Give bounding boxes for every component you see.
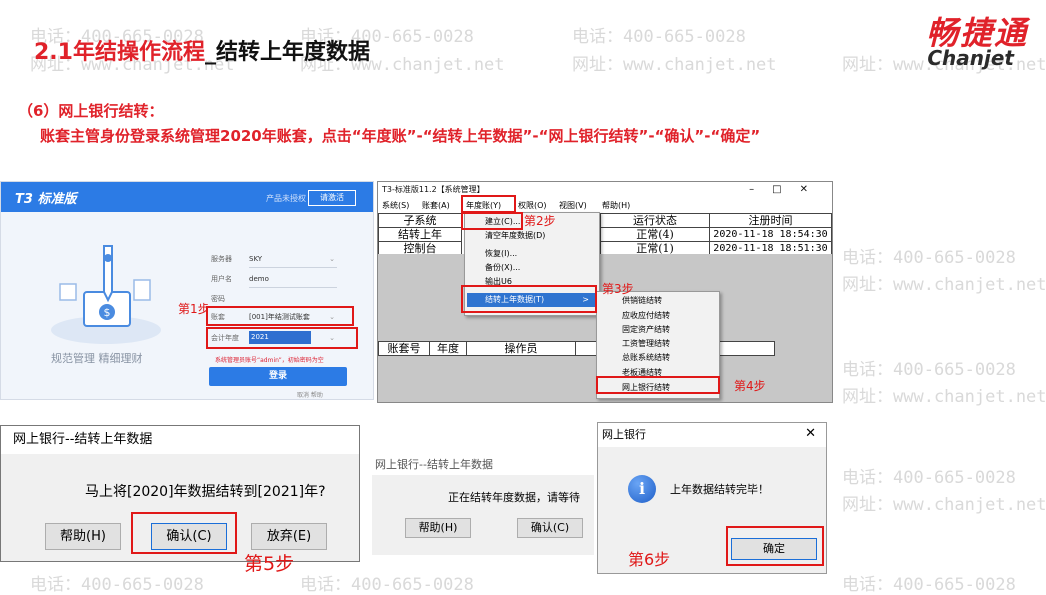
menu-account[interactable]: 账套(A) xyxy=(422,198,450,213)
product-note: 产品未授权 xyxy=(266,194,306,203)
dialog-title: 网上银行--结转上年数据 xyxy=(372,455,594,475)
table-cell: 结转上年 xyxy=(378,227,462,242)
step2-menu-highlight xyxy=(461,195,516,213)
login-brand: T3 标准版 xyxy=(15,192,77,207)
finance-illustration-icon: $ xyxy=(51,245,161,344)
menu-bar: 系统(S) 账套(A) 年度账(Y) 权限(O) 视图(V) 帮助(H) xyxy=(378,198,832,213)
close-icon[interactable]: ✕ xyxy=(805,426,816,441)
dialog-message: 上年数据结转完毕！ xyxy=(670,483,769,496)
step6-highlight xyxy=(726,526,824,566)
step5-label: 第5步 xyxy=(244,553,295,575)
login-footer-links[interactable]: 取消 帮助 xyxy=(297,390,323,399)
header-status: 运行状态 xyxy=(600,213,710,228)
watermark-url: 网址：www.chanjet.net xyxy=(842,275,1046,295)
menu-permission[interactable]: 权限(O) xyxy=(518,198,547,213)
section-heading: （6）网上银行结转： xyxy=(18,102,164,120)
server-field[interactable]: 服务器 SKY ⌄ xyxy=(211,252,339,268)
info-icon: i xyxy=(628,475,656,503)
step3-label: 第3步 xyxy=(602,282,634,296)
step4-highlight xyxy=(596,376,720,394)
step1-label: 第1步 xyxy=(178,302,210,316)
section-description: 账套主管身份登录系统管理2020年账套，点击“年度账”-“结转上年数据”-“网上… xyxy=(40,127,761,145)
slide-title-prefix: 2.1年结操作流程 xyxy=(34,40,205,65)
submenu-receivable-payable[interactable]: 应收应付结转 xyxy=(622,309,670,323)
menu-item-restore[interactable]: 恢复(I)... xyxy=(485,247,517,261)
watermark-url: 网址：www.chanjet.net xyxy=(572,55,777,75)
login-slogan: 规范管理 精细理财 xyxy=(51,352,143,365)
chanjet-logo: 畅捷通 Chanjet xyxy=(858,8,1028,72)
submenu-payroll[interactable]: 工资管理结转 xyxy=(622,337,670,351)
slide-title-suffix: _结转上年度数据 xyxy=(204,40,370,65)
submenu-fixed-assets[interactable]: 固定资产结转 xyxy=(622,323,670,337)
watermark-url: 网址：www.chanjet.net xyxy=(842,495,1046,515)
dialog-title: 网上银行--结转上年数据 xyxy=(1,426,359,454)
window-title: T3-标准版11.2【系统管理】 xyxy=(382,185,485,194)
bottom-header: 账套号 xyxy=(378,341,430,356)
field-value: demo xyxy=(249,272,337,288)
field-label: 服务器 xyxy=(211,255,232,263)
abandon-button[interactable]: 放弃(E) xyxy=(251,523,327,550)
menu-item-backup[interactable]: 备份(X)... xyxy=(485,261,520,275)
login-button[interactable]: 登录 xyxy=(209,367,347,386)
step6-label: 第6步 xyxy=(628,550,671,569)
watermark-url: 网址：www.chanjet.net xyxy=(842,387,1046,407)
watermark-phone: 电话：400-665-0028 xyxy=(842,360,1016,380)
menu-help[interactable]: 帮助(H) xyxy=(602,198,630,213)
logo-en: Chanjet xyxy=(927,46,1014,70)
step3-highlight xyxy=(461,285,597,313)
watermark-phone: 电话：400-665-0028 xyxy=(842,575,1016,595)
step4-label: 第4步 xyxy=(734,379,766,393)
bottom-header: 年度 xyxy=(429,341,467,356)
submenu-general-ledger[interactable]: 总账系统结转 xyxy=(622,351,670,365)
window-controls[interactable]: –□✕ xyxy=(749,182,826,198)
step2-item-highlight xyxy=(461,212,523,230)
login-header: T3 标准版 产品未授权 请激活 xyxy=(1,182,373,212)
carry-forward-progress-dialog: 网上银行--结转上年数据 正在结转年度数据，请等待 帮助(H) 确认(C) xyxy=(372,455,594,555)
chevron-down-icon: ⌄ xyxy=(329,255,335,263)
step5-highlight xyxy=(131,512,237,554)
help-button[interactable]: 帮助(H) xyxy=(45,523,121,550)
dialog-message: 马上将[2020]年数据结转到[2021]年? xyxy=(85,484,326,500)
step1-highlight xyxy=(206,306,354,326)
menu-view[interactable]: 视图(V) xyxy=(559,198,587,213)
header-time: 注册时间 xyxy=(709,213,832,228)
watermark-phone: 电话：400-665-0028 xyxy=(842,468,1016,488)
slide-title: 2.1年结操作流程_结转上年度数据 xyxy=(34,34,370,66)
admin-hint: 系统管理员账号“admin”，初始密码为空 xyxy=(215,357,324,364)
dialog-message: 正在结转年度数据，请等待 xyxy=(448,491,580,504)
window-title-bar: T3-标准版11.2【系统管理】 –□✕ xyxy=(378,182,832,198)
field-value: SKY xyxy=(249,252,337,268)
watermark-phone: 电话：400-665-0028 xyxy=(300,575,474,595)
watermark-phone: 电话：400-665-0028 xyxy=(572,27,746,47)
dialog-title: 网上银行 xyxy=(598,423,826,447)
table-cell: 2020-11-18 18:54:30 xyxy=(709,227,832,242)
table-cell: 正常(4) xyxy=(600,227,710,242)
step1-year-highlight xyxy=(206,327,358,349)
svg-text:$: $ xyxy=(104,306,111,319)
field-label: 密码 xyxy=(211,295,225,303)
login-panel: T3 标准版 产品未授权 请激活 $ 规范管理 精细理财 服务器 SKY ⌄ 用… xyxy=(0,181,374,400)
help-button[interactable]: 帮助(H) xyxy=(405,518,471,538)
menu-item-clear-year-data[interactable]: 清空年度数据(D) xyxy=(485,229,545,243)
table-cell: 子系统 xyxy=(378,213,462,228)
bottom-header: 操作员 xyxy=(466,341,576,356)
activate-button[interactable]: 请激活 xyxy=(308,190,356,206)
watermark-phone: 电话：400-665-0028 xyxy=(30,575,204,595)
step2-label: 第2步 xyxy=(524,214,556,228)
field-label: 用户名 xyxy=(211,275,232,283)
username-field[interactable]: 用户名 demo xyxy=(211,272,339,288)
watermark-phone: 电话：400-665-0028 xyxy=(842,248,1016,268)
menu-system[interactable]: 系统(S) xyxy=(382,198,409,213)
confirm-button[interactable]: 确认(C) xyxy=(517,518,583,538)
